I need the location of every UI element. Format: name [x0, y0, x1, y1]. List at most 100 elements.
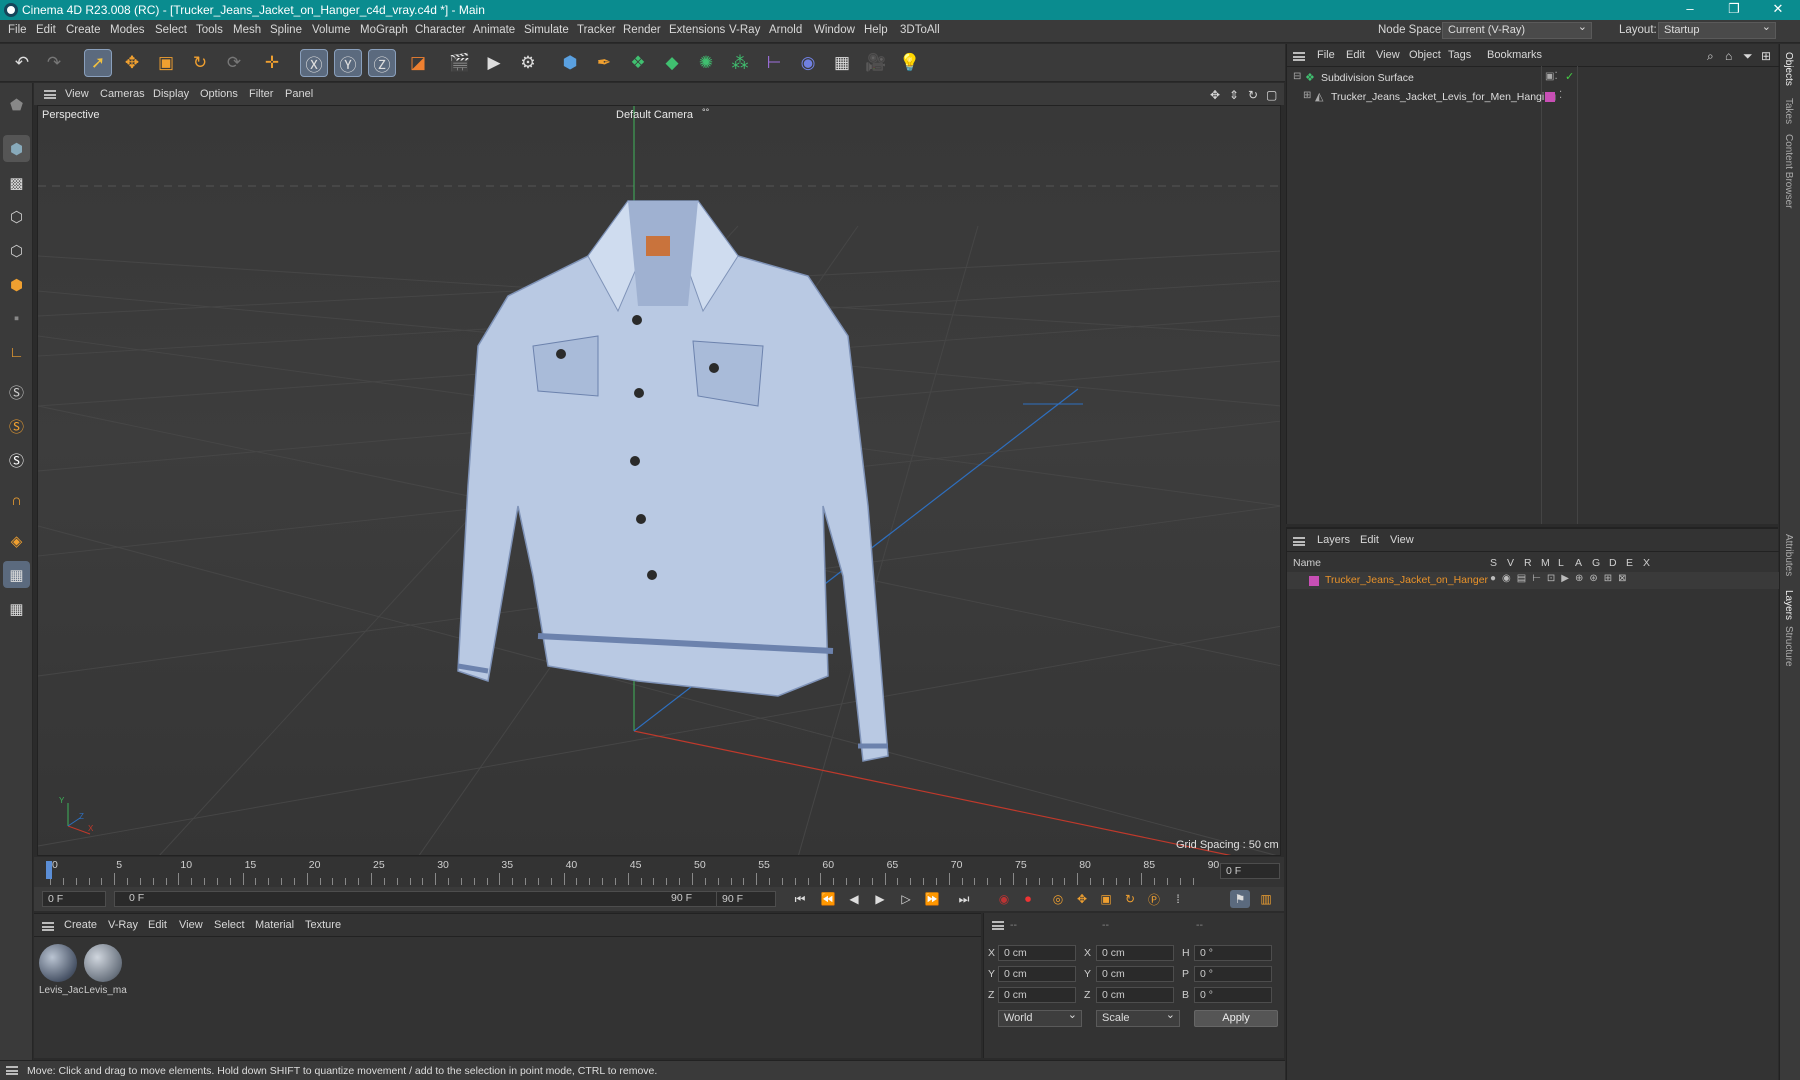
- active-camera-label[interactable]: Default Camera: [616, 109, 693, 121]
- object-row[interactable]: ⊟ ❖ Subdivision Surface ▣⁚ ✓: [1287, 70, 1779, 87]
- size-z-field[interactable]: 0 cm: [1096, 987, 1174, 1003]
- tab-layers[interactable]: Layers: [1783, 590, 1794, 620]
- object-visibility-icon[interactable]: ▣⁚: [1545, 71, 1558, 82]
- position-y-field[interactable]: 0 cm: [998, 966, 1076, 982]
- viewport-rotate-icon[interactable]: ↻: [1248, 88, 1258, 102]
- object-name[interactable]: Subdivision Surface: [1321, 72, 1414, 84]
- make-editable-icon[interactable]: ⬟: [3, 91, 30, 118]
- menu-spline[interactable]: Spline: [270, 24, 302, 36]
- object-row[interactable]: ⊞ ◭ Trucker_Jeans_Jacket_Levis_for_Men_H…: [1287, 89, 1779, 106]
- tab-content-browser[interactable]: Content Browser: [1783, 134, 1794, 208]
- objects-menu-file[interactable]: File: [1317, 49, 1335, 61]
- current-frame-field[interactable]: 0 F: [1220, 863, 1280, 879]
- recent-tool-icon[interactable]: ⟳: [220, 49, 248, 77]
- previous-key-icon[interactable]: ⏪: [818, 890, 838, 908]
- rotate-icon[interactable]: ↻: [186, 49, 214, 77]
- snap-settings-icon[interactable]: Ⓢ: [3, 413, 30, 440]
- objects-search-icon[interactable]: ⌕: [1707, 49, 1714, 64]
- viewport-menu-filter[interactable]: Filter: [249, 88, 273, 100]
- viewport-menu-panel[interactable]: Panel: [285, 88, 313, 100]
- menu-tracker[interactable]: Tracker: [577, 24, 616, 36]
- start-frame-field[interactable]: 0 F: [42, 891, 106, 907]
- live-selection-icon[interactable]: ➚: [84, 49, 112, 77]
- deformer-icon[interactable]: ⊢: [760, 49, 788, 77]
- redo-icon[interactable]: ↷: [40, 49, 68, 77]
- key-position-icon[interactable]: ✥: [1072, 890, 1092, 908]
- key-parameter-icon[interactable]: Ⓟ: [1144, 890, 1164, 908]
- preview-range-slider[interactable]: [114, 891, 734, 907]
- material-menu-vray[interactable]: V-Ray: [108, 919, 138, 931]
- menu-simulate[interactable]: Simulate: [524, 24, 569, 36]
- playhead[interactable]: [46, 861, 52, 879]
- menu-mograph[interactable]: MoGraph: [360, 24, 408, 36]
- magnet-icon[interactable]: ∩: [3, 487, 30, 514]
- object-visibility-icon[interactable]: ⁚: [1559, 90, 1562, 101]
- menu-mesh[interactable]: Mesh: [233, 24, 261, 36]
- viewport-menu-cameras[interactable]: Cameras: [100, 88, 145, 100]
- points-mode-icon[interactable]: ⬡: [3, 203, 30, 230]
- size-y-field[interactable]: 0 cm: [1096, 966, 1174, 982]
- objects-home-icon[interactable]: ⌂: [1725, 49, 1732, 63]
- mograph-cloner-icon[interactable]: ✺: [692, 49, 720, 77]
- light-icon[interactable]: 💡: [896, 49, 924, 77]
- menu-vray[interactable]: V-Ray: [729, 24, 760, 36]
- texture-mode-icon[interactable]: ▩: [3, 169, 30, 196]
- material-menu-view[interactable]: View: [179, 919, 203, 931]
- layers-menu-layers[interactable]: Layers: [1317, 534, 1350, 546]
- coordinate-space-dropdown[interactable]: World: [998, 1008, 1082, 1027]
- scale-icon[interactable]: ▣: [152, 49, 180, 77]
- material-menu-icon[interactable]: [42, 922, 54, 931]
- menu-modes[interactable]: Modes: [110, 24, 145, 36]
- menu-extensions[interactable]: Extensions: [669, 24, 725, 36]
- render-picture-viewer-icon[interactable]: ▶: [480, 49, 508, 77]
- layer-toggle-icons[interactable]: ●◉▤⊢⊡▶⊕⊛⊞⊠: [1490, 573, 1633, 584]
- world-coordinates-icon[interactable]: ◪: [404, 49, 432, 77]
- rotation-h-field[interactable]: 0 °: [1194, 945, 1272, 961]
- viewport-zoom-icon[interactable]: ⇕: [1229, 88, 1239, 102]
- viewport-menu-display[interactable]: Display: [153, 88, 189, 100]
- layers-menu-view[interactable]: View: [1390, 534, 1414, 546]
- end-frame-field[interactable]: 90 F: [716, 891, 776, 907]
- objects-menu-view[interactable]: View: [1376, 49, 1400, 61]
- extrude-icon[interactable]: ◆: [658, 49, 686, 77]
- material-menu-texture[interactable]: Texture: [305, 919, 341, 931]
- key-rotation-icon[interactable]: ↻: [1120, 890, 1140, 908]
- viewport-maximize-icon[interactable]: ▢: [1266, 88, 1277, 102]
- scene-tag-icon[interactable]: ◉: [794, 49, 822, 77]
- size-x-field[interactable]: 0 cm: [1096, 945, 1174, 961]
- objects-menu-icon[interactable]: [1293, 52, 1305, 61]
- layer-row[interactable]: Trucker_Jeans_Jacket_on_Hanger ●◉▤⊢⊡▶⊕⊛⊞…: [1287, 572, 1779, 589]
- objects-menu-bookmarks[interactable]: Bookmarks: [1487, 49, 1542, 61]
- layer-color-swatch[interactable]: [1545, 92, 1555, 102]
- timeline-window-icon[interactable]: ▥: [1256, 890, 1276, 908]
- objects-menu-edit[interactable]: Edit: [1346, 49, 1365, 61]
- planar-workplane-icon[interactable]: ▦: [3, 595, 30, 622]
- rotation-b-field[interactable]: 0 °: [1194, 987, 1272, 1003]
- transform-mode-dropdown[interactable]: Scale: [1096, 1008, 1180, 1027]
- keyframe-selection-icon[interactable]: ◎: [1048, 890, 1068, 908]
- material-menu-edit[interactable]: Edit: [148, 919, 167, 931]
- record-active-objects-icon[interactable]: ◉: [994, 890, 1014, 908]
- motion-mode-icon[interactable]: ⚑: [1230, 890, 1250, 908]
- node-space-dropdown[interactable]: Current (V-Ray): [1442, 20, 1592, 39]
- layers-menu-edit[interactable]: Edit: [1360, 534, 1379, 546]
- edges-mode-icon[interactable]: ⬡: [3, 237, 30, 264]
- move-icon[interactable]: ✥: [118, 49, 146, 77]
- go-to-end-icon[interactable]: ⏭: [954, 890, 974, 908]
- minimize-button[interactable]: –: [1668, 0, 1712, 20]
- key-pla-icon[interactable]: ⁞: [1168, 890, 1188, 908]
- model-mode-icon[interactable]: ⬢: [3, 135, 30, 162]
- menu-character[interactable]: Character: [415, 24, 466, 36]
- viewport-menu-view[interactable]: View: [65, 88, 89, 100]
- workplane-icon[interactable]: ∟: [3, 339, 30, 366]
- material-swatch-levis-ma[interactable]: [84, 944, 122, 982]
- 3d-viewport[interactable]: Perspective Default Camera °° Grid Spaci…: [37, 105, 1281, 856]
- field-icon[interactable]: ⁂: [726, 49, 754, 77]
- apply-button[interactable]: Apply: [1194, 1010, 1278, 1027]
- layer-color-swatch[interactable]: [1309, 576, 1319, 586]
- timeline-ruler[interactable]: 0 5 10 15 20 25 30 35 40 45 50 55 60 65 70 75 80 85 90 0 F: [34, 857, 1284, 887]
- collapse-icon[interactable]: ⊟: [1293, 71, 1301, 82]
- go-to-start-icon[interactable]: ⏮: [790, 890, 810, 908]
- rotation-p-field[interactable]: 0 °: [1194, 966, 1272, 982]
- objects-menu-object[interactable]: Object: [1409, 49, 1441, 61]
